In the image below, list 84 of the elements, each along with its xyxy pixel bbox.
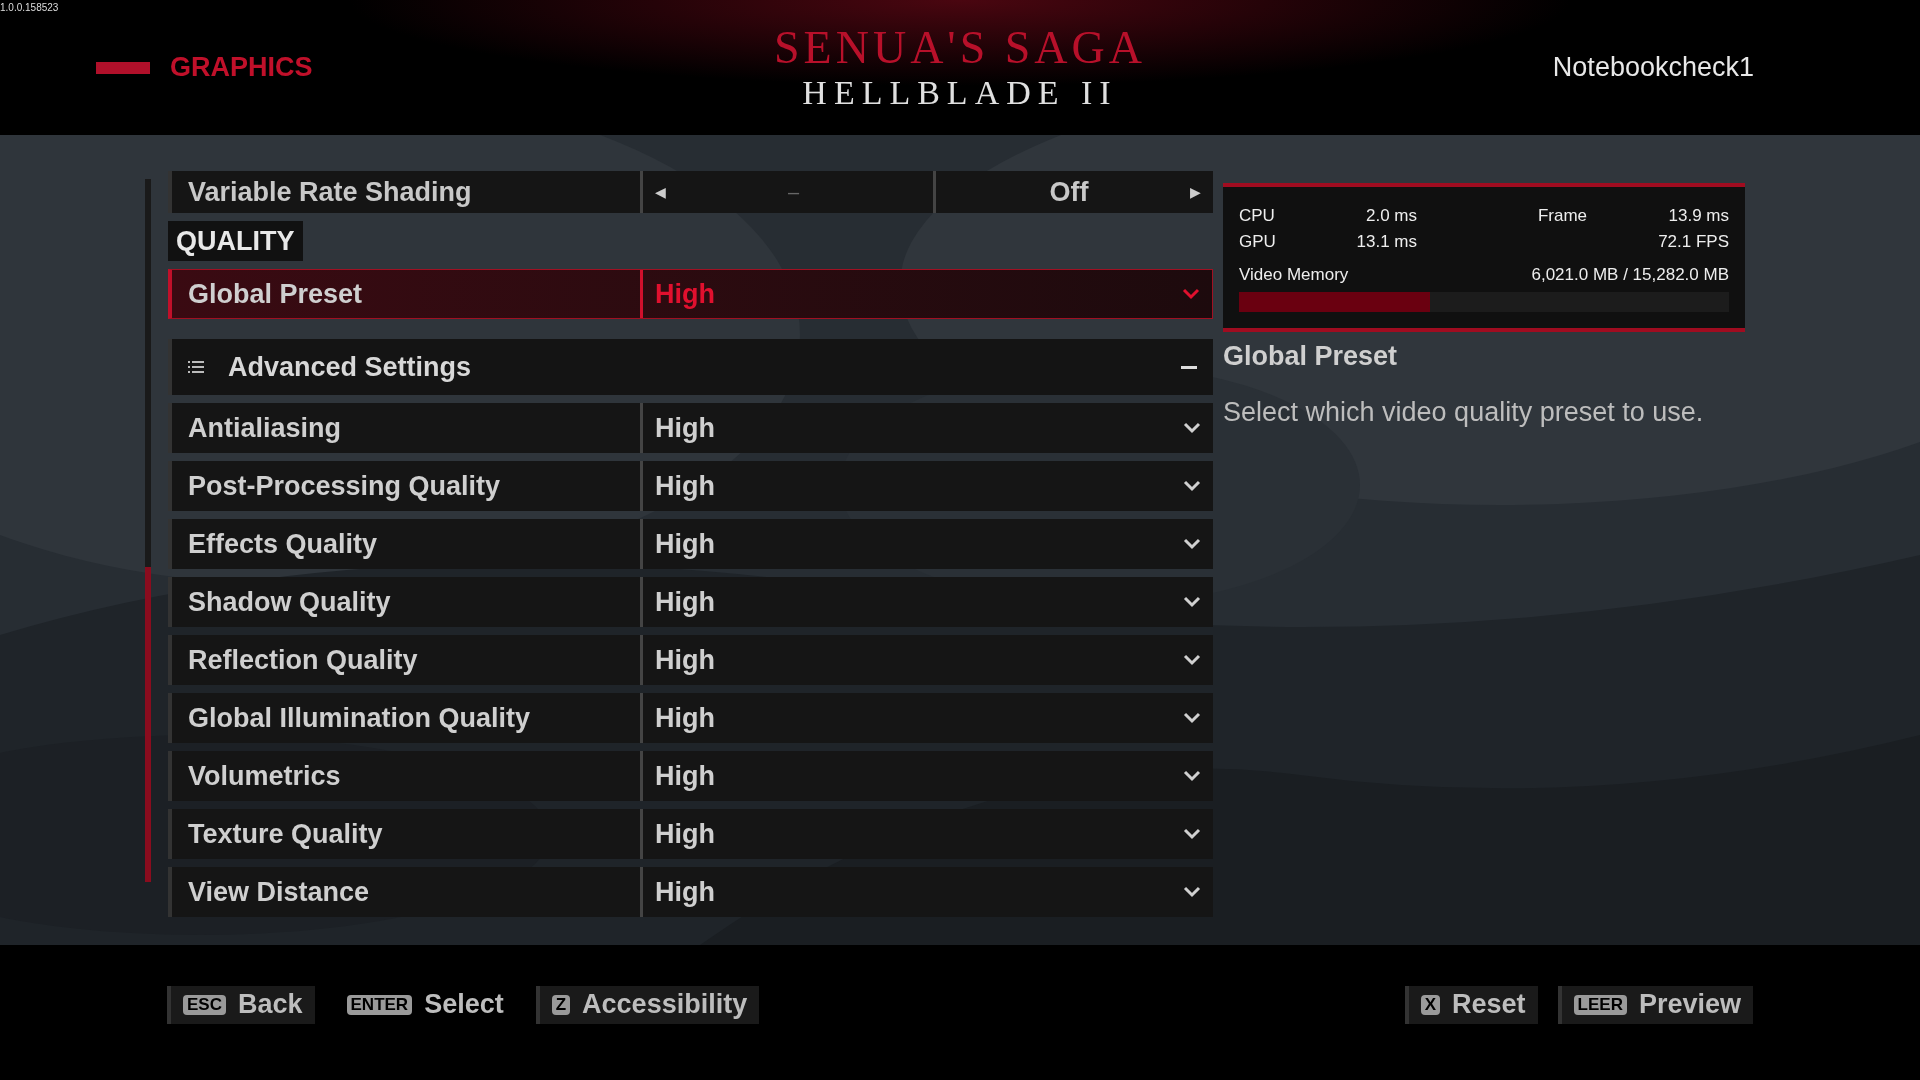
section-title: GRAPHICS	[170, 51, 313, 85]
setting-label: Antialiasing	[187, 411, 343, 445]
footer-label: Preview	[1638, 988, 1741, 1022]
user-name: Notebookcheck1	[1552, 51, 1754, 85]
chevron-down-icon	[1183, 538, 1201, 550]
section-marker-icon	[96, 61, 150, 74]
setting-label: View Distance	[187, 875, 371, 909]
chevron-down-icon	[1182, 288, 1200, 300]
stat-label: Frame	[1536, 205, 1587, 227]
setting-label: Shadow Quality	[187, 585, 392, 619]
setting-row[interactable]: Post-Processing Quality High	[168, 461, 1213, 511]
setting-row[interactable]: Effects Quality High	[168, 519, 1213, 569]
footer-label: Accessibility	[582, 988, 748, 1022]
footer-button[interactable]: LEER Preview	[1557, 985, 1753, 1024]
section-heading: QUALITY	[168, 220, 303, 261]
setting-value: High	[654, 875, 716, 909]
setting-row[interactable]: Global Illumination Quality High	[168, 693, 1213, 743]
stat-label: Video Memory	[1239, 264, 1350, 286]
chevron-down-icon	[1183, 886, 1201, 898]
footer-label: Reset	[1452, 988, 1526, 1022]
setting-label: Variable Rate Shading	[187, 175, 473, 209]
setting-row[interactable]: Antialiasing High	[168, 403, 1213, 453]
chevron-down-icon	[1183, 596, 1201, 608]
stat-value: 2.0 ms	[1364, 205, 1417, 227]
setting-label: Reflection Quality	[187, 643, 419, 677]
setting-value: High	[654, 411, 716, 445]
setting-value: High	[654, 643, 716, 677]
chevron-down-icon	[1183, 422, 1201, 434]
footer-button[interactable]: ENTER Select	[334, 985, 516, 1024]
key-badge: ESC	[183, 994, 226, 1015]
scrollbar-thumb[interactable]	[145, 567, 151, 882]
setting-row[interactable]: Volumetrics High	[168, 751, 1213, 801]
setting-label: Texture Quality	[187, 817, 384, 851]
footer-button[interactable]: Z Accessibility	[535, 985, 760, 1024]
advanced-settings-header[interactable]: Advanced Settings	[168, 339, 1213, 395]
setting-row[interactable]: Shadow Quality High	[168, 577, 1213, 627]
footer-label: Select	[424, 988, 504, 1022]
footer-label: Back	[237, 988, 303, 1022]
previous-arrow[interactable]: ◀	[655, 181, 666, 203]
key-badge: ENTER	[346, 994, 413, 1015]
stat-value: 13.9 ms	[1667, 205, 1729, 227]
chevron-down-icon	[1183, 712, 1201, 724]
setting-row[interactable]: Reflection Quality High	[168, 635, 1213, 685]
footer-button[interactable]: X Reset	[1404, 985, 1538, 1024]
setting-value: High	[654, 527, 716, 561]
setting-value: High	[654, 277, 716, 311]
chevron-down-icon	[1183, 654, 1201, 666]
stat-value: 13.1 ms	[1355, 230, 1417, 253]
key-badge: LEER	[1573, 994, 1627, 1015]
setting-row[interactable]: View Distance High	[168, 867, 1213, 917]
selector-dash: –	[786, 180, 801, 205]
setting-value: High	[654, 759, 716, 793]
chevron-down-icon	[1183, 828, 1201, 840]
setting-label: Effects Quality	[187, 527, 379, 561]
footer-button[interactable]: ESC Back	[167, 985, 315, 1024]
next-arrow[interactable]: ▶	[1190, 181, 1201, 203]
chevron-down-icon	[1183, 480, 1201, 492]
logo-title: SENUA'S SAGA	[774, 22, 1146, 73]
stat-label: CPU	[1239, 205, 1276, 227]
key-badge: X	[1420, 994, 1441, 1015]
setting-value: Off	[1048, 175, 1090, 209]
list-icon	[188, 360, 204, 374]
key-badge: Z	[551, 994, 571, 1015]
setting-row[interactable]: Texture Quality High	[168, 809, 1213, 859]
stat-value: 6,021.0 MB / 15,282.0 MB	[1531, 264, 1729, 286]
setting-row[interactable]: Variable Rate Shading ◀ – Off ▶	[168, 171, 1213, 213]
setting-value: High	[654, 817, 716, 851]
collapse-icon	[1181, 365, 1197, 369]
setting-value: High	[654, 469, 716, 503]
stat-label: GPU	[1239, 230, 1277, 253]
setting-label: Global Illumination Quality	[187, 701, 532, 735]
help-text: Select which video quality preset to use.	[1223, 396, 1705, 429]
help-title: Global Preset	[1223, 339, 1399, 373]
setting-label: Volumetrics	[187, 759, 342, 793]
group-label: Advanced Settings	[228, 350, 473, 384]
chevron-down-icon	[1183, 770, 1201, 782]
setting-label: Global Preset	[187, 277, 364, 311]
setting-row[interactable]: Global Preset High	[168, 269, 1213, 319]
setting-value: High	[654, 585, 716, 619]
setting-label: Post-Processing Quality	[187, 469, 502, 503]
logo-subtitle: HELLBLADE II	[802, 72, 1118, 113]
stat-value: 72.1 FPS	[1657, 230, 1729, 253]
setting-value: High	[654, 701, 716, 735]
version-label: 1.0.0.158523	[0, 1, 59, 15]
